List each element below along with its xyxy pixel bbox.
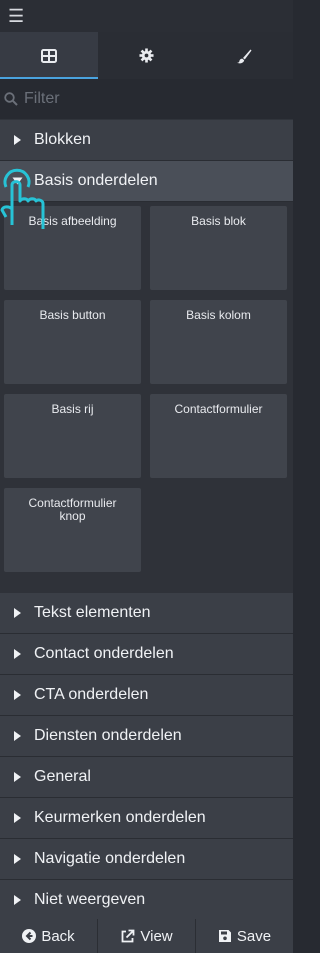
category-label: Keurmerken onderdelen bbox=[34, 809, 206, 826]
category-label: Niet weergeven bbox=[34, 891, 146, 908]
save-label: Save bbox=[236, 927, 272, 945]
category-contact-onderdelen[interactable]: Contact onderdelen bbox=[0, 634, 293, 675]
back-label: Back bbox=[41, 927, 75, 945]
gear-icon bbox=[139, 48, 154, 63]
caret-right-icon bbox=[14, 731, 21, 741]
category-diensten-onderdelen[interactable]: Diensten onderdelen bbox=[0, 716, 293, 757]
category-label: Navigatie onderdelen bbox=[34, 850, 186, 867]
view-button[interactable]: View bbox=[98, 919, 196, 953]
caret-right-icon bbox=[14, 813, 21, 823]
category-cta-onderdelen[interactable]: CTA onderdelen bbox=[0, 675, 293, 716]
block-contactformulier[interactable]: Contactformulier bbox=[150, 394, 287, 478]
arrow-left-circle-icon bbox=[22, 929, 37, 943]
category-niet-weergeven[interactable]: Niet weergeven bbox=[0, 880, 293, 921]
external-link-icon bbox=[121, 929, 135, 942]
caret-right-icon bbox=[14, 690, 21, 700]
category-keurmerken-onderdelen[interactable]: Keurmerken onderdelen bbox=[0, 798, 293, 839]
block-basis-afbeelding[interactable]: Basis afbeelding bbox=[4, 206, 141, 290]
top-bar: ☰ bbox=[0, 0, 293, 32]
panel-tabs bbox=[0, 32, 294, 79]
block-basis-blok[interactable]: Basis blok bbox=[150, 206, 287, 290]
block-label: Basis rij bbox=[51, 402, 94, 416]
view-label: View bbox=[140, 927, 173, 945]
category-general[interactable]: General bbox=[0, 757, 293, 798]
menu-icon[interactable]: ☰ bbox=[8, 7, 24, 25]
category-label: Blokken bbox=[34, 131, 91, 148]
block-label: Contactformulier bbox=[174, 402, 263, 416]
block-label: Basis afbeelding bbox=[28, 214, 117, 228]
caret-down-icon bbox=[12, 177, 23, 185]
block-basis-button[interactable]: Basis button bbox=[4, 300, 141, 384]
block-basis-rij[interactable]: Basis rij bbox=[4, 394, 141, 478]
category-label: CTA onderdelen bbox=[34, 686, 149, 703]
block-contactformulier-knop[interactable]: Contactformulier knop bbox=[4, 488, 141, 572]
category-label: Basis onderdelen bbox=[34, 172, 158, 189]
save-button[interactable]: Save bbox=[196, 919, 293, 953]
filter-input[interactable] bbox=[22, 89, 276, 109]
back-button[interactable]: Back bbox=[0, 919, 98, 953]
category-label: Contact onderdelen bbox=[34, 645, 174, 662]
caret-right-icon bbox=[14, 895, 21, 905]
tab-blocks[interactable] bbox=[0, 32, 98, 79]
grid-icon bbox=[40, 48, 57, 63]
caret-right-icon bbox=[14, 772, 21, 782]
block-label: Basis blok bbox=[191, 214, 246, 228]
category-label: Tekst elementen bbox=[34, 604, 151, 621]
caret-right-icon bbox=[14, 608, 21, 618]
block-label: Contactformulier knop bbox=[28, 496, 117, 523]
block-label: Basis button bbox=[39, 308, 106, 322]
footer-bar: Back View Save bbox=[0, 919, 293, 953]
category-navigatie-onderdelen[interactable]: Navigatie onderdelen bbox=[0, 839, 293, 880]
tab-style[interactable] bbox=[195, 32, 294, 79]
category-basis-onderdelen[interactable]: Basis onderdelen bbox=[0, 161, 293, 202]
category-blokken[interactable]: Blokken bbox=[0, 120, 293, 161]
category-label: General bbox=[34, 768, 91, 785]
floppy-disk-icon bbox=[218, 930, 231, 942]
block-label: Basis kolom bbox=[186, 308, 251, 322]
brush-icon bbox=[237, 49, 252, 63]
tab-settings[interactable] bbox=[97, 32, 196, 79]
block-grid: Basis afbeelding Basis blok Basis button… bbox=[0, 202, 293, 593]
caret-right-icon bbox=[14, 649, 21, 659]
filter-bar bbox=[0, 79, 293, 120]
category-label: Diensten onderdelen bbox=[34, 727, 182, 744]
caret-right-icon bbox=[14, 854, 21, 864]
caret-right-icon bbox=[14, 135, 21, 145]
block-basis-kolom[interactable]: Basis kolom bbox=[150, 300, 287, 384]
search-icon bbox=[4, 92, 18, 106]
category-tekst-elementen[interactable]: Tekst elementen bbox=[0, 593, 293, 634]
